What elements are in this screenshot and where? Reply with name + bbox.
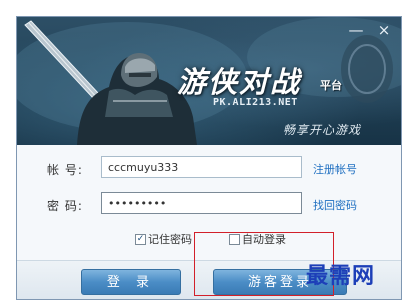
password-input[interactable] <box>101 192 302 214</box>
password-row: 密 码: 找回密码 <box>17 192 401 218</box>
checkbox-checked-icon: ✓ <box>135 233 146 245</box>
banner: — × 游侠对战 平台 PK.ALI213.NET 畅享开心游戏 <box>17 17 401 145</box>
register-link[interactable]: 注册帐号 <box>313 161 357 177</box>
checkbox-unchecked-icon <box>229 233 240 245</box>
close-button[interactable]: × <box>373 21 395 39</box>
account-row: 帐 号: 注册帐号 <box>17 156 401 182</box>
logo-url: PK.ALI213.NET <box>213 97 298 108</box>
remember-password-checkbox[interactable]: ✓ 记住密码 <box>135 231 192 247</box>
login-button[interactable]: 登 录 <box>81 269 181 295</box>
remember-password-label: 记住密码 <box>148 233 192 246</box>
account-label: 帐 号: <box>47 163 83 177</box>
watermark: 最需网 <box>306 263 376 289</box>
slogan: 畅享开心游戏 <box>283 123 362 137</box>
password-label: 密 码: <box>47 199 83 213</box>
recover-password-link[interactable]: 找回密码 <box>313 197 357 213</box>
auto-login-label: 自动登录 <box>242 233 286 246</box>
minimize-button[interactable]: — <box>345 21 367 39</box>
account-input[interactable] <box>101 156 302 178</box>
auto-login-checkbox[interactable]: 自动登录 <box>229 231 286 247</box>
logo-title: 游侠对战 <box>177 65 302 99</box>
window-controls: — × <box>345 21 395 39</box>
options-row: ✓ 记住密码 自动登录 <box>17 231 401 247</box>
logo-subtitle: 平台 <box>320 79 342 92</box>
